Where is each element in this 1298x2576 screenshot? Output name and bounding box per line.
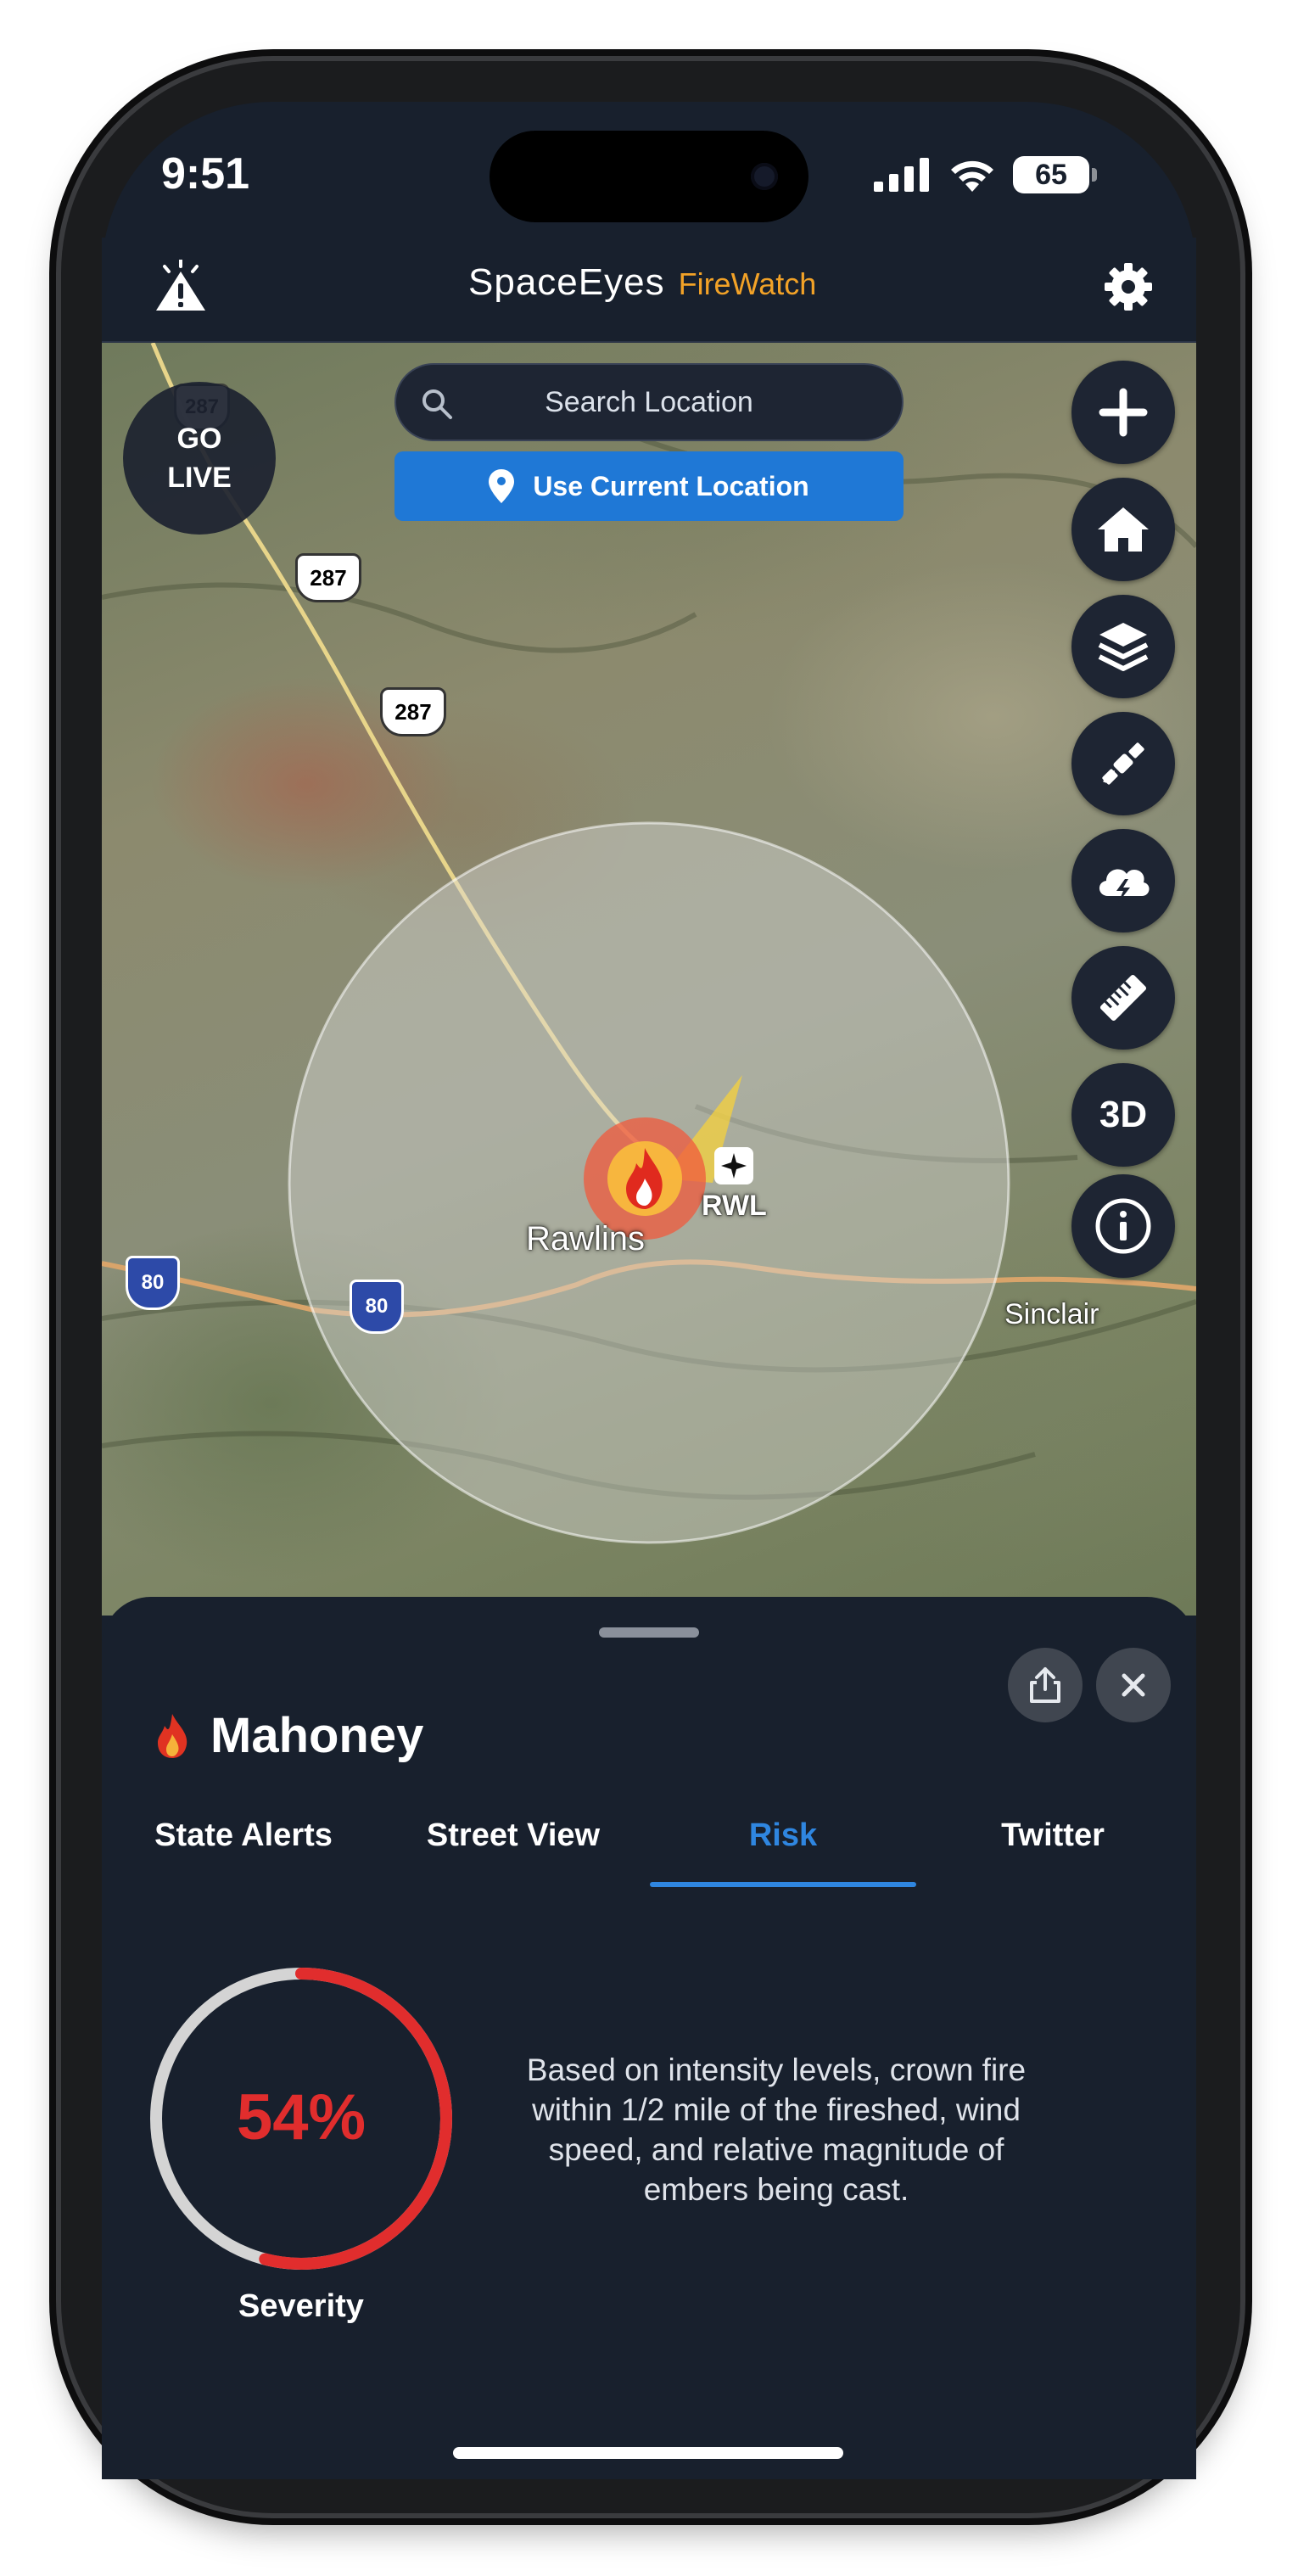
go-live-line1: GO	[176, 423, 222, 455]
wifi-icon	[951, 160, 993, 192]
sheet-drag-handle[interactable]	[599, 1627, 699, 1638]
airport-icon	[714, 1147, 753, 1184]
weather-button[interactable]	[1071, 829, 1175, 932]
active-tab-indicator	[650, 1882, 916, 1887]
status-icons: 65	[874, 156, 1097, 193]
incident-title-row: Mahoney	[153, 1707, 423, 1764]
brand-firewatch: FireWatch	[678, 266, 817, 301]
use-current-location-label: Use Current Location	[533, 470, 809, 501]
fire-icon	[158, 1713, 187, 1758]
tab-risk[interactable]: Risk	[650, 1817, 916, 1854]
go-live-button[interactable]: GO LIVE	[123, 382, 276, 535]
close-button[interactable]	[1096, 1648, 1171, 1722]
incident-sheet: Mahoney State Alerts Street View Risk Tw…	[102, 1597, 1196, 2479]
layers-icon	[1098, 623, 1149, 671]
cellular-signal-icon	[874, 158, 929, 192]
zoom-in-button[interactable]	[1071, 361, 1175, 464]
info-button[interactable]	[1071, 1174, 1175, 1278]
us-287-shield: 287	[380, 687, 446, 736]
i80-shield: 80	[350, 1280, 404, 1334]
sheet-tabs: State Alerts Street View Risk Twitter	[102, 1817, 1196, 1890]
warning-icon[interactable]	[151, 260, 210, 314]
layers-button[interactable]	[1071, 595, 1175, 698]
city-label-rawlins: Rawlins	[526, 1220, 646, 1257]
us-287-shield: 287	[295, 553, 361, 602]
search-location-input[interactable]: Search Location	[394, 363, 904, 441]
gear-icon[interactable]	[1103, 261, 1154, 312]
toggle-3d-label: 3D	[1099, 1094, 1148, 1135]
tab-state-alerts[interactable]: State Alerts	[110, 1817, 377, 1854]
storm-cloud-icon	[1099, 869, 1150, 903]
plus-icon	[1099, 388, 1148, 437]
info-icon	[1095, 1198, 1151, 1254]
app-brand: SpaceEyes FireWatch	[468, 261, 816, 312]
home-button[interactable]	[1071, 478, 1175, 581]
risk-description: Based on intensity levels, crown fire wi…	[526, 2052, 1027, 2207]
search-placeholder: Search Location	[545, 385, 753, 418]
share-icon	[1030, 1667, 1060, 1703]
airport-label: RWL	[702, 1190, 767, 1222]
home-indicator	[453, 2447, 843, 2459]
power-button	[1240, 789, 1249, 1044]
volume-up-button	[49, 670, 58, 840]
location-pin-icon	[489, 469, 515, 503]
camera-icon	[751, 163, 778, 190]
share-button[interactable]	[1008, 1648, 1083, 1722]
severity-label: Severity	[238, 2288, 364, 2324]
satellite-button[interactable]	[1071, 712, 1175, 815]
severity-value: 54%	[236, 2081, 366, 2153]
status-time: 9:51	[161, 149, 250, 199]
use-current-location-button[interactable]: Use Current Location	[394, 451, 904, 521]
satellite-icon	[1102, 742, 1144, 785]
ruler-icon	[1099, 974, 1147, 1022]
city-label-sinclair: Sinclair	[1004, 1298, 1099, 1330]
tab-street-view[interactable]: Street View	[380, 1817, 646, 1854]
map-overlay	[102, 343, 1196, 1544]
close-icon	[1122, 1673, 1145, 1697]
volume-down-button	[49, 882, 58, 1052]
i80-shield: 80	[126, 1256, 180, 1310]
measure-button[interactable]	[1071, 946, 1175, 1050]
dynamic-island	[490, 131, 808, 222]
go-live-line2: LIVE	[167, 462, 232, 494]
battery-indicator: 65	[1013, 156, 1097, 193]
mute-switch	[49, 501, 58, 585]
fire-marker-icon[interactable]	[619, 1145, 670, 1212]
incident-title: Mahoney	[210, 1708, 424, 1763]
tab-twitter[interactable]: Twitter	[920, 1817, 1186, 1854]
search-icon	[422, 389, 452, 419]
brand-spaceeyes: SpaceEyes	[468, 261, 665, 303]
home-icon	[1098, 507, 1149, 552]
toggle-3d-button[interactable]: 3D	[1071, 1063, 1175, 1167]
satellite-map[interactable]: 287 287 287 80 80 RWL Rawlins Sinclair	[102, 343, 1196, 1616]
